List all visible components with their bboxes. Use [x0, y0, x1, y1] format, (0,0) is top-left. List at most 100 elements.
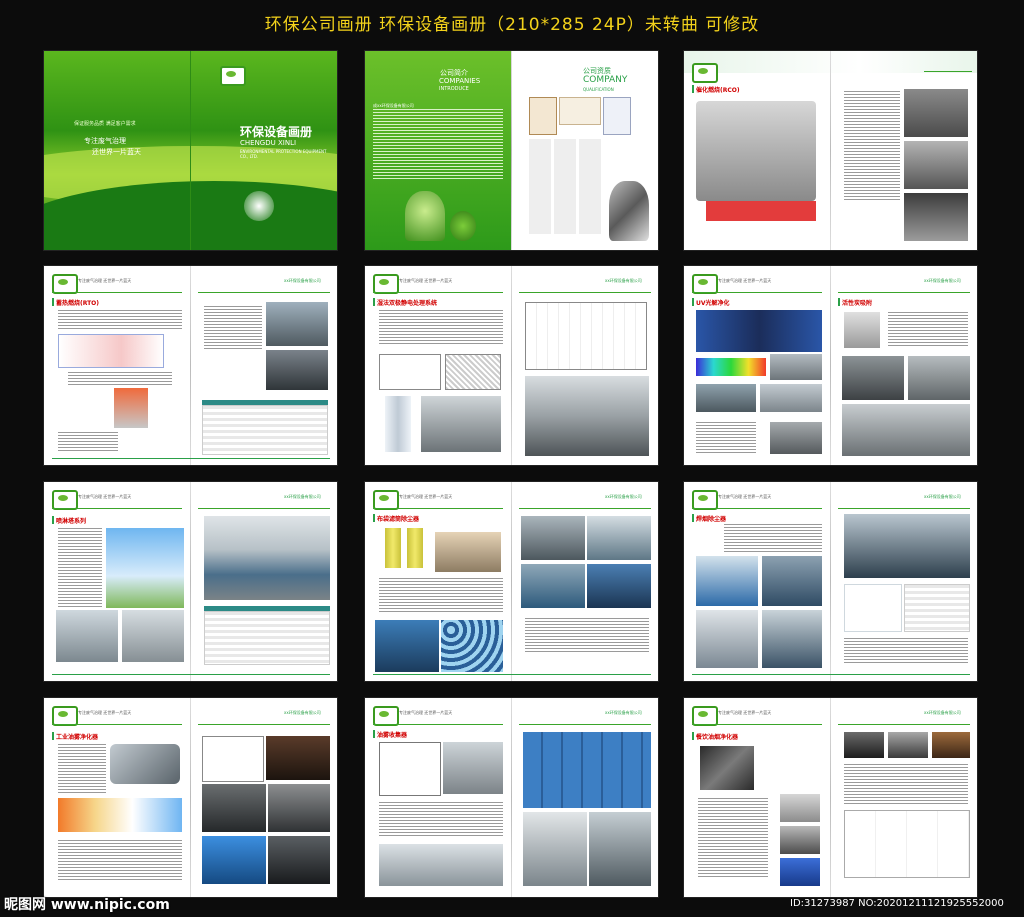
- cover-slogan-1: 保证服务品质 满足客户需求: [74, 121, 136, 127]
- header-line: [692, 724, 822, 725]
- esp-body-text: [379, 310, 503, 346]
- rto-spec-table: [202, 405, 328, 455]
- rto-photo: [266, 302, 328, 346]
- header-logo-icon: [373, 274, 399, 294]
- section-title-oilcollector: 油雾收集器: [377, 732, 408, 739]
- spread-cover[interactable]: 保证服务品质 满足客户需求 专注废气治理 还世界一片蓝天 环保设备画册 CHEN…: [44, 51, 337, 250]
- rto-body-text: [68, 372, 172, 386]
- section-title-bag: 布袋滤筒除尘器: [377, 516, 420, 523]
- cover-glow: [244, 191, 274, 221]
- uv-carbon-fold: [830, 266, 831, 465]
- oilcollector-photo: [443, 742, 503, 794]
- bag-photo: [521, 564, 585, 608]
- section-title-carbon: 活性炭吸附: [842, 300, 873, 307]
- uv-body-text: [696, 422, 756, 454]
- spread-esp[interactable]: 专注废气治理 还世界一片蓝天 湿法双极静电处理系统 xx环保设备有限公司: [365, 266, 658, 465]
- header-line: [519, 724, 651, 725]
- oilmist-photo: [202, 836, 266, 884]
- oilmist-fold: [190, 698, 191, 897]
- intro-title-en2: INTRODUCE: [439, 86, 469, 92]
- kitchen-photo: [780, 794, 820, 822]
- intro-body-text: [373, 109, 503, 179]
- header-line: [692, 292, 822, 293]
- cover-logo-text: [220, 87, 222, 94]
- weld-site-photo: [844, 514, 970, 578]
- header-line: [838, 292, 970, 293]
- section-marker: [373, 730, 375, 738]
- oilcollector-site-photo: [523, 732, 651, 808]
- header-slogan: 专注废气治理 还世界一片蓝天: [718, 494, 772, 499]
- header-line: [52, 508, 182, 509]
- cover-fold: [190, 51, 191, 250]
- bag-photo: [587, 516, 651, 560]
- weld-scope-text: [844, 638, 968, 664]
- header-company: xx环保设备有限公司: [924, 278, 961, 283]
- header-logo-icon: [373, 490, 399, 510]
- header-line: [924, 71, 972, 72]
- spray-spec-table: [204, 611, 330, 665]
- weld-fold: [830, 482, 831, 681]
- bag-photo: [521, 516, 585, 560]
- rco-body-text: [844, 91, 900, 201]
- weld-arm-image: [844, 584, 902, 632]
- header-line: [198, 292, 330, 293]
- certificate-image: [603, 97, 631, 135]
- rto-equipment-image: [114, 388, 148, 428]
- cover-slogan-2: 专注废气治理: [84, 137, 126, 145]
- spread-uv-carbon[interactable]: 专注废气治理 还世界一片蓝天 UV光解净化 xx环保设备有限公司 活性炭吸附: [684, 266, 977, 465]
- header-line: [198, 724, 330, 725]
- section-title-kitchen: 餐饮油烟净化器: [696, 734, 739, 741]
- oilcollector-photo: [523, 812, 587, 886]
- section-marker: [52, 732, 54, 740]
- header-line: [838, 508, 970, 509]
- oilcollector-photo: [589, 812, 651, 886]
- spread-rto[interactable]: 专注废气治理 还世界一片蓝天 蓄热燃烧(RTO) xx环保设备有限公司: [44, 266, 337, 465]
- section-title-weld: 焊烟除尘器: [696, 516, 727, 523]
- spread-rco[interactable]: 催化燃烧(RCO): [684, 51, 977, 250]
- carbon-equipment-image: [844, 312, 880, 348]
- weld-photo: [762, 610, 822, 668]
- weld-photo: [696, 610, 758, 668]
- oilcollector-diagram-image: [379, 742, 441, 796]
- rto-diagram-image: [58, 334, 164, 368]
- section-title-oilmist: 工业油雾净化器: [56, 734, 99, 741]
- header-line: [838, 724, 970, 725]
- spread-kitchen[interactable]: 专注废气治理 还世界一片蓝天 餐饮油烟净化器 xx环保设备有限公司: [684, 698, 977, 897]
- spread-oilcollector[interactable]: 专注废气治理 还世界一片蓝天 油雾收集器 xx环保设备有限公司: [365, 698, 658, 897]
- esp-equipment-image: [385, 396, 411, 452]
- weld-body-text: [724, 524, 822, 552]
- kitchen-features-text: [844, 764, 968, 804]
- section-title-rto: 蓄热燃烧(RTO): [56, 300, 100, 307]
- spread-bag[interactable]: 专注废气治理 还世界一片蓝天 布袋滤筒除尘器 xx环保设备有限公司: [365, 482, 658, 681]
- spread-oilmist[interactable]: 专注废气治理 还世界一片蓝天 工业油雾净化器 xx环保设备有限公司: [44, 698, 337, 897]
- kitchen-fold: [830, 698, 831, 897]
- section-title-spray: 喷淋塔系列: [56, 518, 87, 525]
- bag-photo: [375, 620, 439, 672]
- weld-spec-table: [904, 584, 970, 632]
- spread-spray[interactable]: 专注废气治理 还世界一片蓝天 喷淋塔系列 xx环保设备有限公司: [44, 482, 337, 681]
- section-marker: [373, 298, 375, 306]
- footer-line: [692, 674, 970, 675]
- uv-photo: [696, 384, 756, 412]
- spray-fold: [190, 482, 191, 681]
- spread-intro[interactable]: 公司简介 COMPANIES INTRODUCE 成xx环保设备有限公司 公司资…: [365, 51, 658, 250]
- uv-photo: [770, 354, 822, 380]
- footer-line: [373, 674, 651, 675]
- bag-fold: [511, 482, 512, 681]
- rco-photo: [904, 193, 968, 241]
- kitchen-photo: [932, 732, 970, 758]
- oilcollector-body-text: [379, 802, 503, 838]
- intro-tree-image-2: [450, 211, 476, 241]
- cover-company-pinyin: CHENGDU XINLI: [240, 139, 297, 147]
- section-marker: [692, 732, 694, 740]
- oilmist-photo: [268, 784, 330, 832]
- weld-photo: [762, 556, 822, 606]
- intro-fold: [511, 51, 512, 250]
- header-logo-icon: [692, 63, 718, 83]
- header-company: xx环保设备有限公司: [924, 494, 961, 499]
- header-company: xx环保设备有限公司: [284, 494, 321, 499]
- carbon-photo: [842, 404, 970, 456]
- oilcollector-fold: [511, 698, 512, 897]
- cover-title: 环保设备画册: [240, 125, 313, 139]
- spread-weld[interactable]: 专注废气治理 还世界一片蓝天 焊烟除尘器 xx环保设备有限公司: [684, 482, 977, 681]
